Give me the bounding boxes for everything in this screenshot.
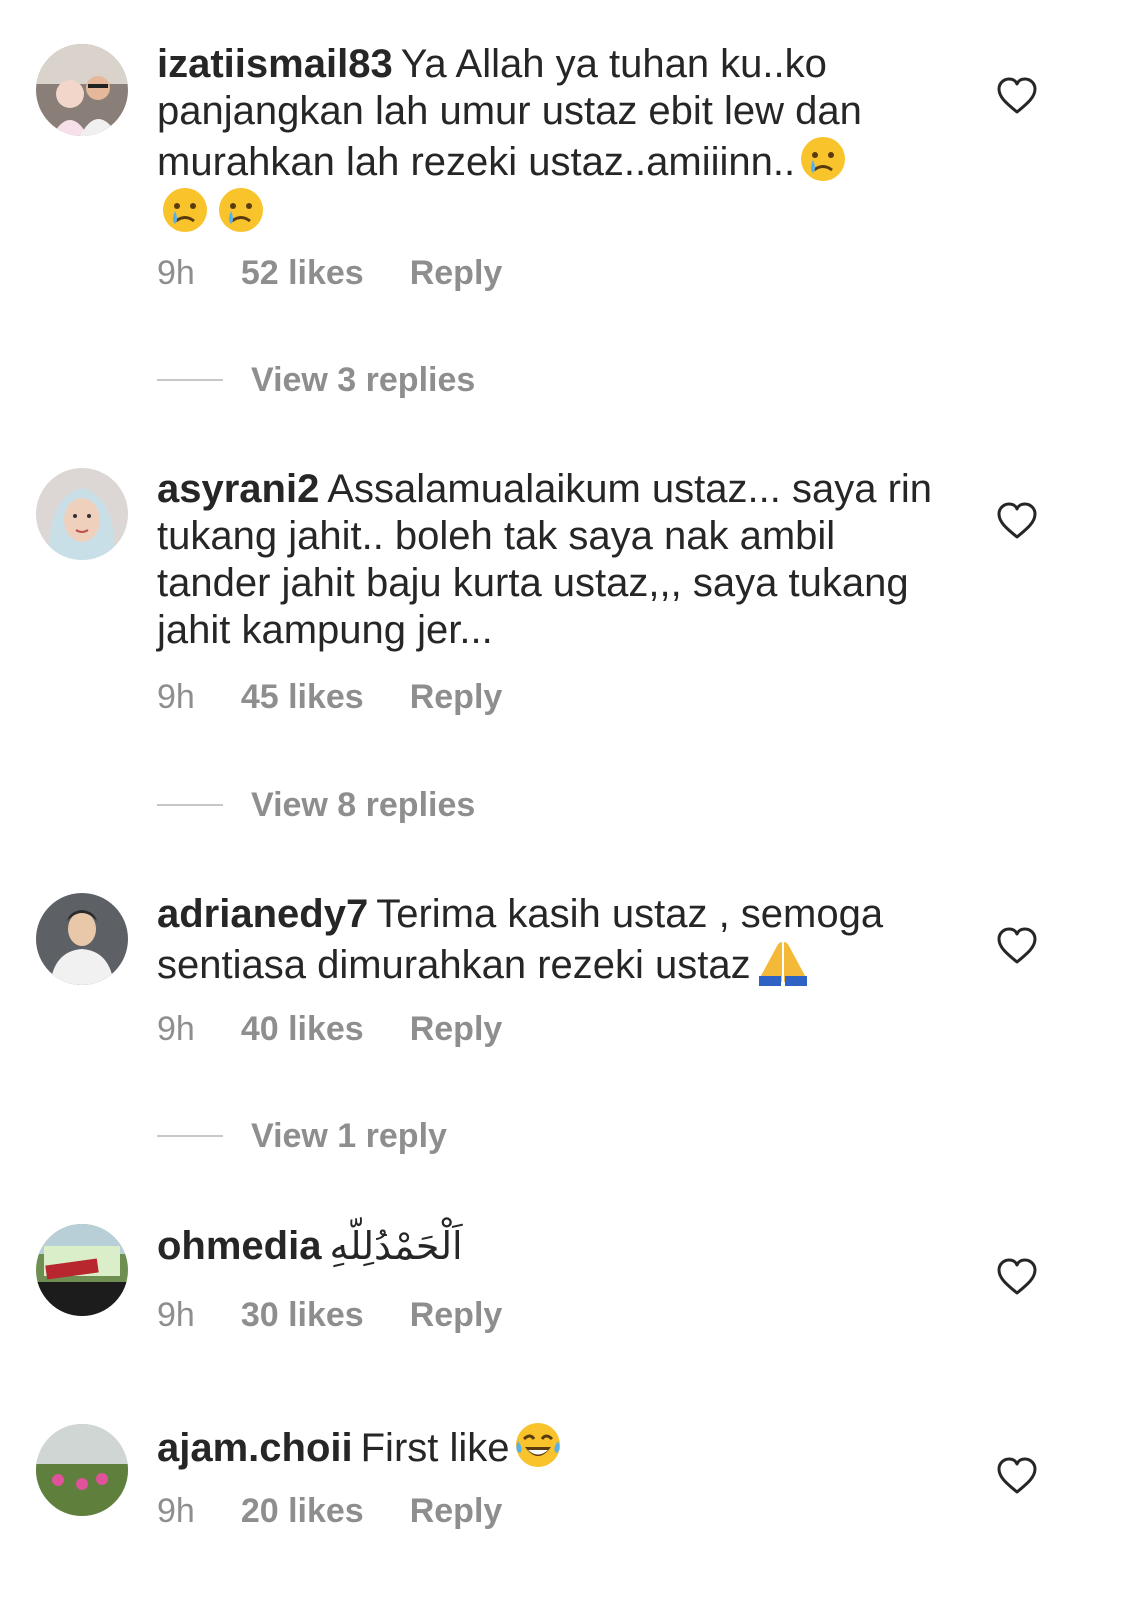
comment-time: 9h — [157, 1010, 195, 1048]
replies-divider — [157, 379, 223, 381]
comment-likes[interactable]: 40 likes — [241, 1010, 364, 1048]
reply-button[interactable]: Reply — [410, 678, 503, 716]
comment-time: 9h — [157, 1296, 195, 1334]
comment-time: 9h — [157, 678, 195, 716]
avatar[interactable] — [36, 1224, 128, 1316]
comment-username[interactable]: adrianedy7 — [157, 892, 368, 936]
heart-icon[interactable] — [996, 501, 1038, 541]
comment-meta: 9h 20 likes Reply — [157, 1492, 548, 1531]
replies-divider — [157, 1135, 223, 1137]
tears-of-joy-icon — [514, 1421, 562, 1469]
avatar[interactable] — [36, 1424, 128, 1516]
reply-button[interactable]: Reply — [410, 254, 503, 292]
heart-icon[interactable] — [996, 1456, 1038, 1496]
comment-meta: 9h 52 likes Reply — [157, 254, 548, 293]
comment-likes[interactable]: 20 likes — [241, 1492, 364, 1530]
view-replies-label: View 3 replies — [251, 361, 476, 399]
reply-button[interactable]: Reply — [410, 1492, 503, 1530]
crying-face-icon — [161, 186, 209, 234]
reply-button[interactable]: Reply — [410, 1296, 503, 1334]
reply-button[interactable]: Reply — [410, 1010, 503, 1048]
comment-text: اَلْحَمْدُلِلّهِ — [329, 1224, 463, 1268]
comment-time: 9h — [157, 254, 195, 292]
crying-face-icon — [217, 186, 265, 234]
comment-likes[interactable]: 52 likes — [241, 254, 364, 292]
crying-face-icon — [799, 135, 847, 183]
view-replies-label: View 8 replies — [251, 786, 476, 824]
comment-text-block: adrianedy7 Terima kasih ustaz , semoga se… — [157, 891, 947, 989]
comment-text-block: ohmedia اَلْحَمْدُلِلّهِ — [157, 1223, 947, 1270]
avatar[interactable] — [36, 44, 128, 136]
replies-divider — [157, 804, 223, 806]
comment-username[interactable]: izatiismail83 — [157, 42, 393, 86]
comment-username[interactable]: ohmedia — [157, 1224, 321, 1268]
comment-text-block: ajam.choii First like — [157, 1421, 947, 1472]
comment-text-block: izatiismail83 Ya Allah ya tuhan ku..ko pa… — [157, 41, 947, 237]
comment-likes[interactable]: 30 likes — [241, 1296, 364, 1334]
comment-username[interactable]: asyrani2 — [157, 467, 319, 511]
avatar[interactable] — [36, 893, 128, 985]
heart-icon[interactable] — [996, 926, 1038, 966]
comment-meta: 9h 40 likes Reply — [157, 1010, 548, 1049]
heart-icon[interactable] — [996, 76, 1038, 116]
comment-meta: 9h 30 likes Reply — [157, 1296, 548, 1335]
avatar[interactable] — [36, 468, 128, 560]
comment-time: 9h — [157, 1492, 195, 1530]
comment-username[interactable]: ajam.choii — [157, 1426, 353, 1470]
folded-hands-icon — [755, 938, 811, 986]
comment-likes[interactable]: 45 likes — [241, 678, 364, 716]
comment-text-block: asyrani2 Assalamualaikum ustaz... saya ri… — [157, 466, 947, 654]
heart-icon[interactable] — [996, 1257, 1038, 1297]
view-replies-label: View 1 reply — [251, 1117, 447, 1155]
comment-meta: 9h 45 likes Reply — [157, 678, 548, 717]
comment-text: First like — [360, 1426, 510, 1470]
